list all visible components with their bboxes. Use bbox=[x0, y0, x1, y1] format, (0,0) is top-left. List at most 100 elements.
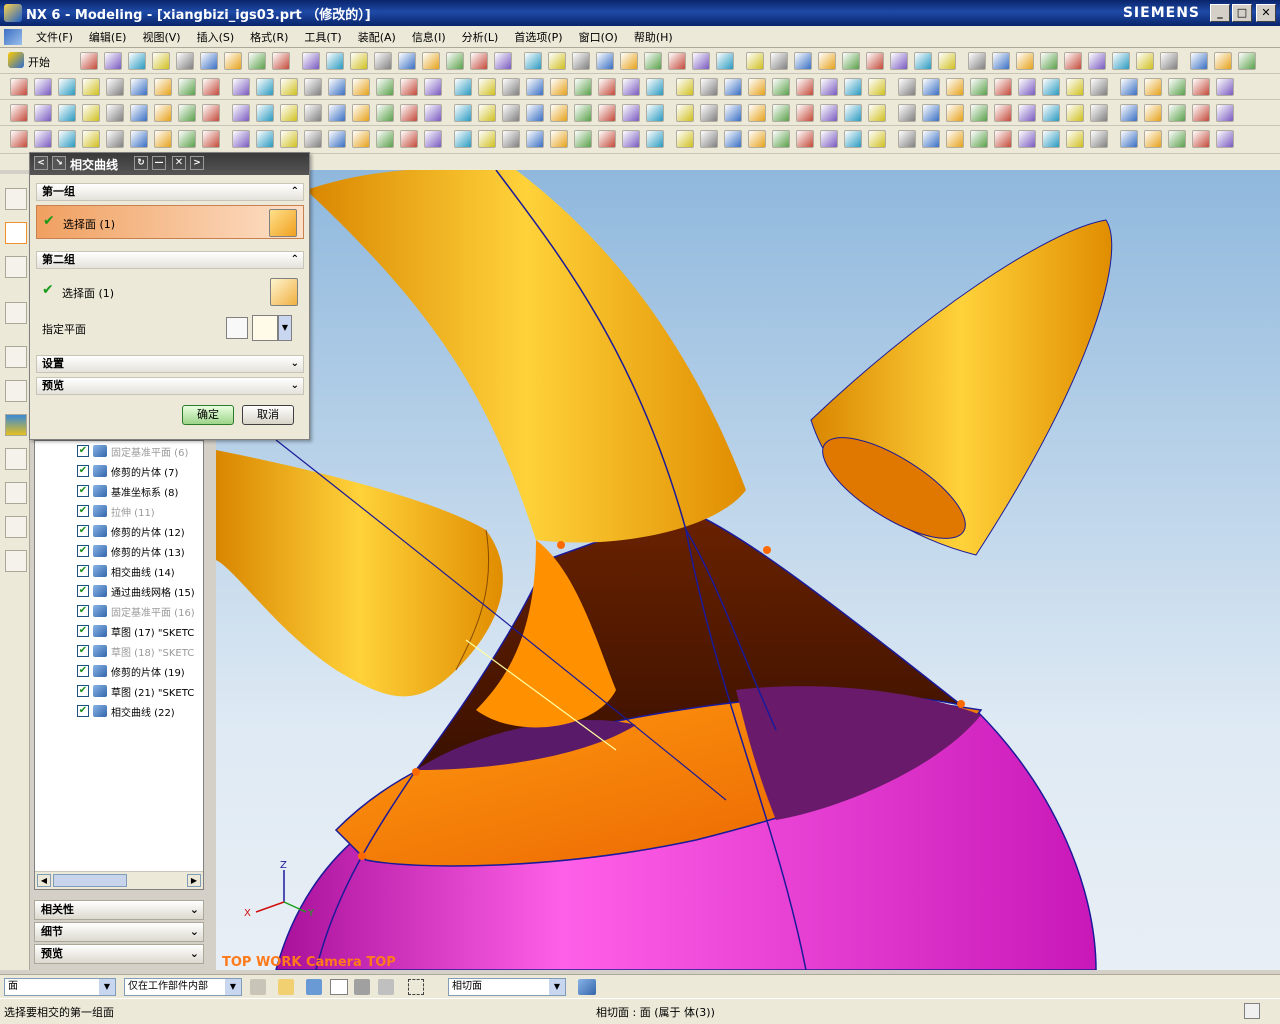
menu-tools[interactable]: 工具(T) bbox=[296, 29, 349, 45]
group2-select-row[interactable]: ✔ 选择面 (1) bbox=[36, 275, 304, 309]
toolbar-tool-icon[interactable] bbox=[844, 104, 862, 122]
toolbar-tool-icon[interactable] bbox=[106, 130, 124, 148]
minimize-button[interactable]: _ bbox=[1210, 4, 1230, 22]
app-menu-icon[interactable] bbox=[4, 28, 22, 45]
toolbar-tool-icon[interactable] bbox=[820, 78, 838, 96]
scope-filter-select[interactable]: 仅在工作部件内部 ▼ bbox=[124, 978, 242, 996]
toolbar-tool-icon[interactable] bbox=[724, 130, 742, 148]
scroll-right-icon[interactable]: ▶ bbox=[187, 874, 201, 887]
visibility-checkbox[interactable]: ✔ bbox=[77, 565, 89, 577]
tree-row[interactable]: ✔ 固定基准平面 (6) bbox=[35, 441, 205, 461]
toolbar-tool-icon[interactable] bbox=[550, 130, 568, 148]
toolbar-tool-icon[interactable] bbox=[890, 52, 908, 70]
status-window-icon[interactable] bbox=[1244, 1003, 1260, 1019]
menu-assembly[interactable]: 装配(A) bbox=[350, 29, 404, 45]
toolbar-tool-icon[interactable] bbox=[178, 104, 196, 122]
panel-dependencies[interactable]: 相关性 ⌄ bbox=[34, 900, 204, 920]
toolbar-tool-icon[interactable] bbox=[818, 52, 836, 70]
toolbar-tool-icon[interactable] bbox=[572, 52, 590, 70]
toolbar-tool-icon[interactable] bbox=[1160, 52, 1178, 70]
visibility-checkbox[interactable]: ✔ bbox=[77, 505, 89, 517]
toolbar-tool-icon[interactable] bbox=[574, 78, 592, 96]
toolbar-tool-icon[interactable] bbox=[454, 130, 472, 148]
tree-row[interactable]: ✔ 拉伸 (11) bbox=[35, 501, 205, 521]
visibility-checkbox[interactable]: ✔ bbox=[77, 585, 89, 597]
toolbar-tool-icon[interactable] bbox=[970, 104, 988, 122]
toolbar-tool-icon[interactable] bbox=[970, 130, 988, 148]
toolbar-tool-icon[interactable] bbox=[152, 52, 170, 70]
toolbar-tool-icon[interactable] bbox=[1018, 130, 1036, 148]
toolbar-tool-icon[interactable] bbox=[304, 104, 322, 122]
toolbar-tool-icon[interactable] bbox=[620, 52, 638, 70]
toolbar-tool-icon[interactable] bbox=[622, 104, 640, 122]
toolbar-tool-icon[interactable] bbox=[1120, 130, 1138, 148]
toolbar-tool-icon[interactable] bbox=[946, 104, 964, 122]
menu-file[interactable]: 文件(F) bbox=[28, 29, 81, 45]
curve-rule-icon[interactable] bbox=[354, 979, 370, 995]
toolbar-tool-icon[interactable] bbox=[676, 78, 694, 96]
toolbar-tool-icon[interactable] bbox=[304, 78, 322, 96]
menu-format[interactable]: 格式(R) bbox=[242, 29, 296, 45]
tree-row[interactable]: ✔ 修剪的片体 (13) bbox=[35, 541, 205, 561]
visibility-checkbox[interactable]: ✔ bbox=[77, 525, 89, 537]
panel-details[interactable]: 细节 ⌄ bbox=[34, 922, 204, 942]
toolbar-tool-icon[interactable] bbox=[200, 52, 218, 70]
toolbar-tool-icon[interactable] bbox=[1042, 130, 1060, 148]
history-icon[interactable] bbox=[5, 346, 27, 368]
reset-icon[interactable]: ↻ bbox=[134, 156, 148, 170]
toolbar-tool-icon[interactable] bbox=[304, 130, 322, 148]
toolbar-tool-icon[interactable] bbox=[622, 78, 640, 96]
toolbar-tool-icon[interactable] bbox=[202, 78, 220, 96]
menu-insert[interactable]: 插入(S) bbox=[189, 29, 243, 45]
toolbar-tool-icon[interactable] bbox=[1090, 78, 1108, 96]
undo-selection-icon[interactable] bbox=[306, 979, 322, 995]
toolbar-tool-icon[interactable] bbox=[82, 78, 100, 96]
toolbar-tool-icon[interactable] bbox=[1090, 104, 1108, 122]
toolbar-tool-icon[interactable] bbox=[328, 104, 346, 122]
toolbar-tool-icon[interactable] bbox=[178, 130, 196, 148]
toolbar-tool-icon[interactable] bbox=[478, 78, 496, 96]
toolbar-tool-icon[interactable] bbox=[232, 104, 250, 122]
toolbar-tool-icon[interactable] bbox=[326, 52, 344, 70]
visibility-checkbox[interactable]: ✔ bbox=[77, 465, 89, 477]
web-browser-icon[interactable] bbox=[5, 302, 27, 324]
toolbar-tool-icon[interactable] bbox=[1238, 52, 1256, 70]
toolbar-tool-icon[interactable] bbox=[994, 104, 1012, 122]
toolbar-tool-icon[interactable] bbox=[524, 52, 542, 70]
roles-icon[interactable] bbox=[5, 482, 27, 504]
type-filter-select[interactable]: 面 ▼ bbox=[4, 978, 116, 996]
tree-row[interactable]: ✔ 相交曲线 (22) bbox=[35, 701, 205, 721]
toolbar-tool-icon[interactable] bbox=[34, 130, 52, 148]
toolbar-tool-icon[interactable] bbox=[34, 78, 52, 96]
toolbar-tool-icon[interactable] bbox=[1090, 130, 1108, 148]
toolbar-tool-icon[interactable] bbox=[550, 78, 568, 96]
assembly-navigator-icon[interactable] bbox=[5, 188, 27, 210]
menu-view[interactable]: 视图(V) bbox=[134, 29, 188, 45]
plane-dialog-icon[interactable] bbox=[226, 317, 248, 339]
toolbar-tool-icon[interactable] bbox=[1192, 78, 1210, 96]
tree-row[interactable]: ✔ 修剪的片体 (19) bbox=[35, 661, 205, 681]
toolbar-tool-icon[interactable] bbox=[1066, 130, 1084, 148]
visibility-checkbox[interactable]: ✔ bbox=[77, 705, 89, 717]
visibility-checkbox[interactable]: ✔ bbox=[77, 665, 89, 677]
toolbar-tool-icon[interactable] bbox=[424, 104, 442, 122]
toolbar-tool-icon[interactable] bbox=[820, 104, 838, 122]
close-window-button[interactable]: ✕ bbox=[1256, 4, 1276, 22]
toolbar-tool-icon[interactable] bbox=[994, 78, 1012, 96]
toolbar-tool-icon[interactable] bbox=[1192, 130, 1210, 148]
toolbar-tool-icon[interactable] bbox=[796, 104, 814, 122]
visibility-checkbox[interactable]: ✔ bbox=[77, 545, 89, 557]
toolbar-tool-icon[interactable] bbox=[646, 78, 664, 96]
toolbar-tool-icon[interactable] bbox=[676, 104, 694, 122]
palettes-icon[interactable] bbox=[5, 550, 27, 572]
toolbar-tool-icon[interactable] bbox=[644, 52, 662, 70]
toolbar-tool-icon[interactable] bbox=[248, 52, 266, 70]
toolbar-tool-icon[interactable] bbox=[1018, 78, 1036, 96]
toolbar-tool-icon[interactable] bbox=[400, 130, 418, 148]
cancel-button[interactable]: 取消 bbox=[242, 405, 294, 425]
toolbar-tool-icon[interactable] bbox=[692, 52, 710, 70]
select-face-icon[interactable] bbox=[270, 278, 298, 306]
menu-analysis[interactable]: 分析(L) bbox=[454, 29, 507, 45]
infer-icon[interactable] bbox=[378, 979, 394, 995]
toolbar-tool-icon[interactable] bbox=[130, 78, 148, 96]
